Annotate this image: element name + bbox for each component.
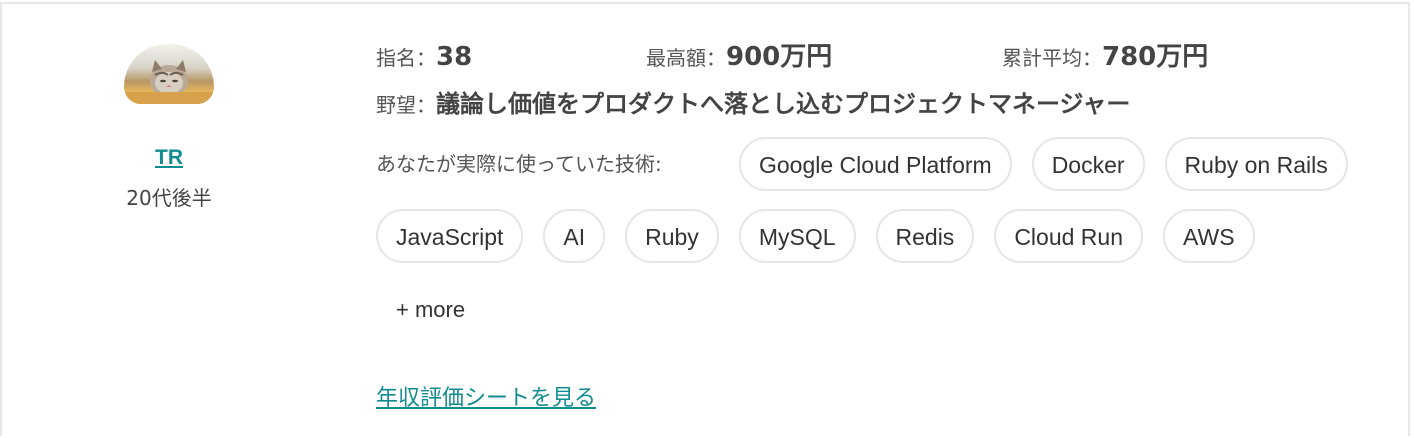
- salary-evaluation-sheet-link[interactable]: 年収評価シートを見る: [376, 380, 596, 412]
- highest-offer-value: 900万円: [726, 42, 833, 72]
- profile-column: TR 20代後半: [97, 44, 241, 211]
- candidate-card: TR 20代後半 指名：38 最高額：900万円 累計平均：780万円 野望：議…: [0, 2, 1410, 436]
- nominated-value: 38: [436, 42, 473, 72]
- average-offer-stat: 累計平均：780万円: [1002, 34, 1208, 83]
- avatar: [124, 44, 214, 104]
- average-offer-label: 累計平均：: [1002, 46, 1102, 70]
- more-technologies-button[interactable]: + more: [396, 297, 465, 323]
- technology-tag-ruby: Ruby: [625, 209, 719, 263]
- technology-tag-ai: AI: [543, 209, 606, 263]
- technology-tag-ruby-on-rails: Ruby on Rails: [1164, 137, 1348, 191]
- technology-label: あなたが実際に使っていた技術:: [376, 152, 662, 176]
- stats-row: 指名：38 最高額：900万円 累計平均：780万円: [376, 34, 1376, 80]
- technology-tag-mysql: MySQL: [738, 209, 856, 263]
- average-offer-value: 780万円: [1102, 42, 1209, 72]
- age-group: 20代後半: [126, 186, 212, 210]
- ambition-row: 野望：議論し価値をプロダクトへ落とし込むプロジェクトマネージャー: [376, 90, 1376, 121]
- cat-avatar-image: [124, 60, 214, 104]
- technology-tag-cloud-run: Cloud Run: [994, 209, 1143, 263]
- ambition-label: 野望：: [376, 93, 436, 117]
- technology-tags-line-2: JavaScript AI Ruby MySQL Redis Cloud Run…: [376, 209, 1255, 263]
- nominated-stat: 指名：38: [376, 34, 472, 83]
- technology-tag-aws: AWS: [1163, 209, 1255, 263]
- technology-tag-docker: Docker: [1031, 137, 1145, 191]
- technology-tag-javascript: JavaScript: [376, 209, 524, 263]
- highest-offer-stat: 最高額：900万円: [646, 34, 832, 83]
- nominated-label: 指名：: [376, 46, 436, 70]
- technology-tag-google-cloud-platform: Google Cloud Platform: [739, 137, 1012, 191]
- technology-tag-redis: Redis: [875, 209, 975, 263]
- user-name-link[interactable]: TR: [155, 146, 183, 170]
- highest-offer-label: 最高額：: [646, 46, 726, 70]
- technology-tags-line-1: Google Cloud Platform Docker Ruby on Rai…: [739, 137, 1348, 191]
- details-column: 指名：38 最高額：900万円 累計平均：780万円 野望：議論し価値をプロダク…: [376, 34, 1376, 322]
- ambition-value: 議論し価値をプロダクトへ落とし込むプロジェクトマネージャー: [436, 90, 1131, 118]
